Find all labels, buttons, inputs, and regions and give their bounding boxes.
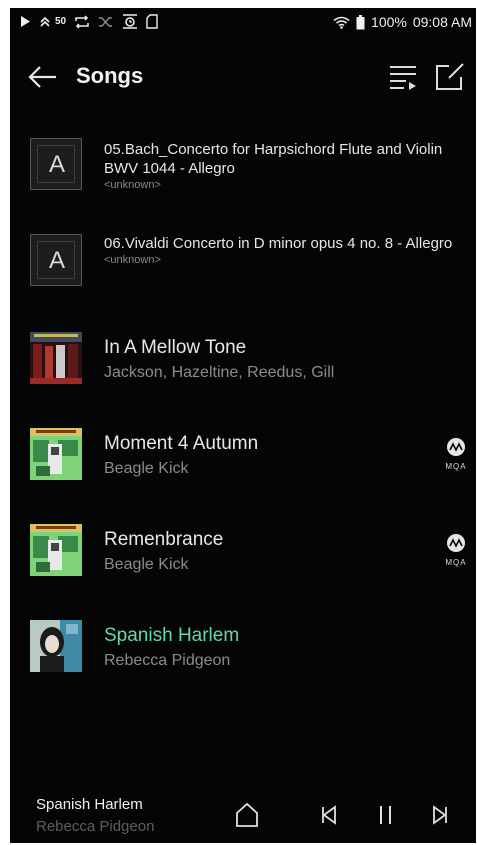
song-text: Remenbrance Beagle Kick [104,528,456,577]
equalizer-icon [122,14,138,29]
next-icon[interactable] [424,800,454,830]
song-title: Moment 4 Autumn [104,433,259,454]
status-left: 50 [20,14,158,29]
song-text: Spanish Harlem Rebecca Pidgeon [104,624,456,673]
previous-icon[interactable] [315,800,345,830]
mqa-badge: MQA [442,438,470,471]
home-icon[interactable] [232,800,262,830]
song-artist: Rebecca Pidgeon [104,652,231,669]
sd-card-icon [146,14,158,29]
music-player-screen: 50 100% 09:08 AM Songs A 05.Bach_Concert… [10,8,476,843]
queue-icon[interactable] [388,62,418,92]
now-playing-bar[interactable]: Spanish Harlem Rebecca Pidgeon [10,788,476,843]
clock: 09:08 AM [412,14,472,30]
song-text: In A Mellow Tone Jackson, Hazeltine, Ree… [104,336,456,385]
pause-icon[interactable] [371,800,401,830]
song-artist: Jackson, Hazeltine, Reedus, Gill [104,364,335,381]
song-artist: <unknown> [104,179,161,191]
song-row[interactable]: Moment 4 Autumn Beagle Kick MQA [10,416,476,496]
shuffle-icon [98,15,114,29]
album-art-placeholder: A [30,138,82,190]
battery-percent: 100% [371,14,407,30]
mqa-label: MQA [445,462,467,471]
song-title: Remenbrance [104,529,224,550]
song-artist: Beagle Kick [104,556,189,573]
edit-icon[interactable] [434,62,466,92]
signal-label: 50 [55,16,67,27]
song-row-playing[interactable]: Spanish Harlem Rebecca Pidgeon [10,608,476,688]
song-row[interactable]: A 06.Vivaldi Concerto in D minor opus 4 … [10,224,476,304]
repeat-icon [74,14,90,29]
song-title: 06.Vivaldi Concerto in D minor opus 4 no… [104,235,453,252]
now-playing-title: Spanish Harlem [36,796,143,813]
signal-icon [39,15,51,29]
mqa-icon [447,534,465,552]
song-text: 06.Vivaldi Concerto in D minor opus 4 no… [104,234,456,266]
song-artist: <unknown> [104,254,161,266]
album-art [30,332,82,384]
album-art [30,428,82,480]
album-art [30,620,82,672]
back-arrow-icon[interactable] [26,62,58,92]
album-art [30,524,82,576]
song-row[interactable]: A 05.Bach_Concerto for Harpsichord Flute… [10,128,476,208]
song-artist: Beagle Kick [104,460,189,477]
page-title: Songs [76,63,144,88]
song-title: In A Mellow Tone [104,337,247,358]
album-art-placeholder: A [30,234,82,286]
song-row[interactable]: Remenbrance Beagle Kick MQA [10,512,476,592]
song-row[interactable]: In A Mellow Tone Jackson, Hazeltine, Ree… [10,320,476,400]
song-text: Moment 4 Autumn Beagle Kick [104,432,456,481]
mqa-label: MQA [445,558,467,567]
status-right: 100% 09:08 AM [333,14,472,30]
status-bar: 50 100% 09:08 AM [10,8,476,38]
song-title: 05.Bach_Concerto for Harpsichord Flute a… [104,141,443,177]
now-playing-artist: Rebecca Pidgeon [36,818,155,835]
app-bar: Songs [10,52,476,102]
mqa-icon [447,438,465,456]
song-text: 05.Bach_Concerto for Harpsichord Flute a… [104,140,456,191]
play-icon [20,15,31,28]
battery-icon [356,14,365,30]
album-art-letter: A [48,151,65,178]
mqa-badge: MQA [442,534,470,567]
album-art-letter: A [48,247,65,274]
wifi-icon [333,16,350,29]
song-title: Spanish Harlem [104,625,240,646]
